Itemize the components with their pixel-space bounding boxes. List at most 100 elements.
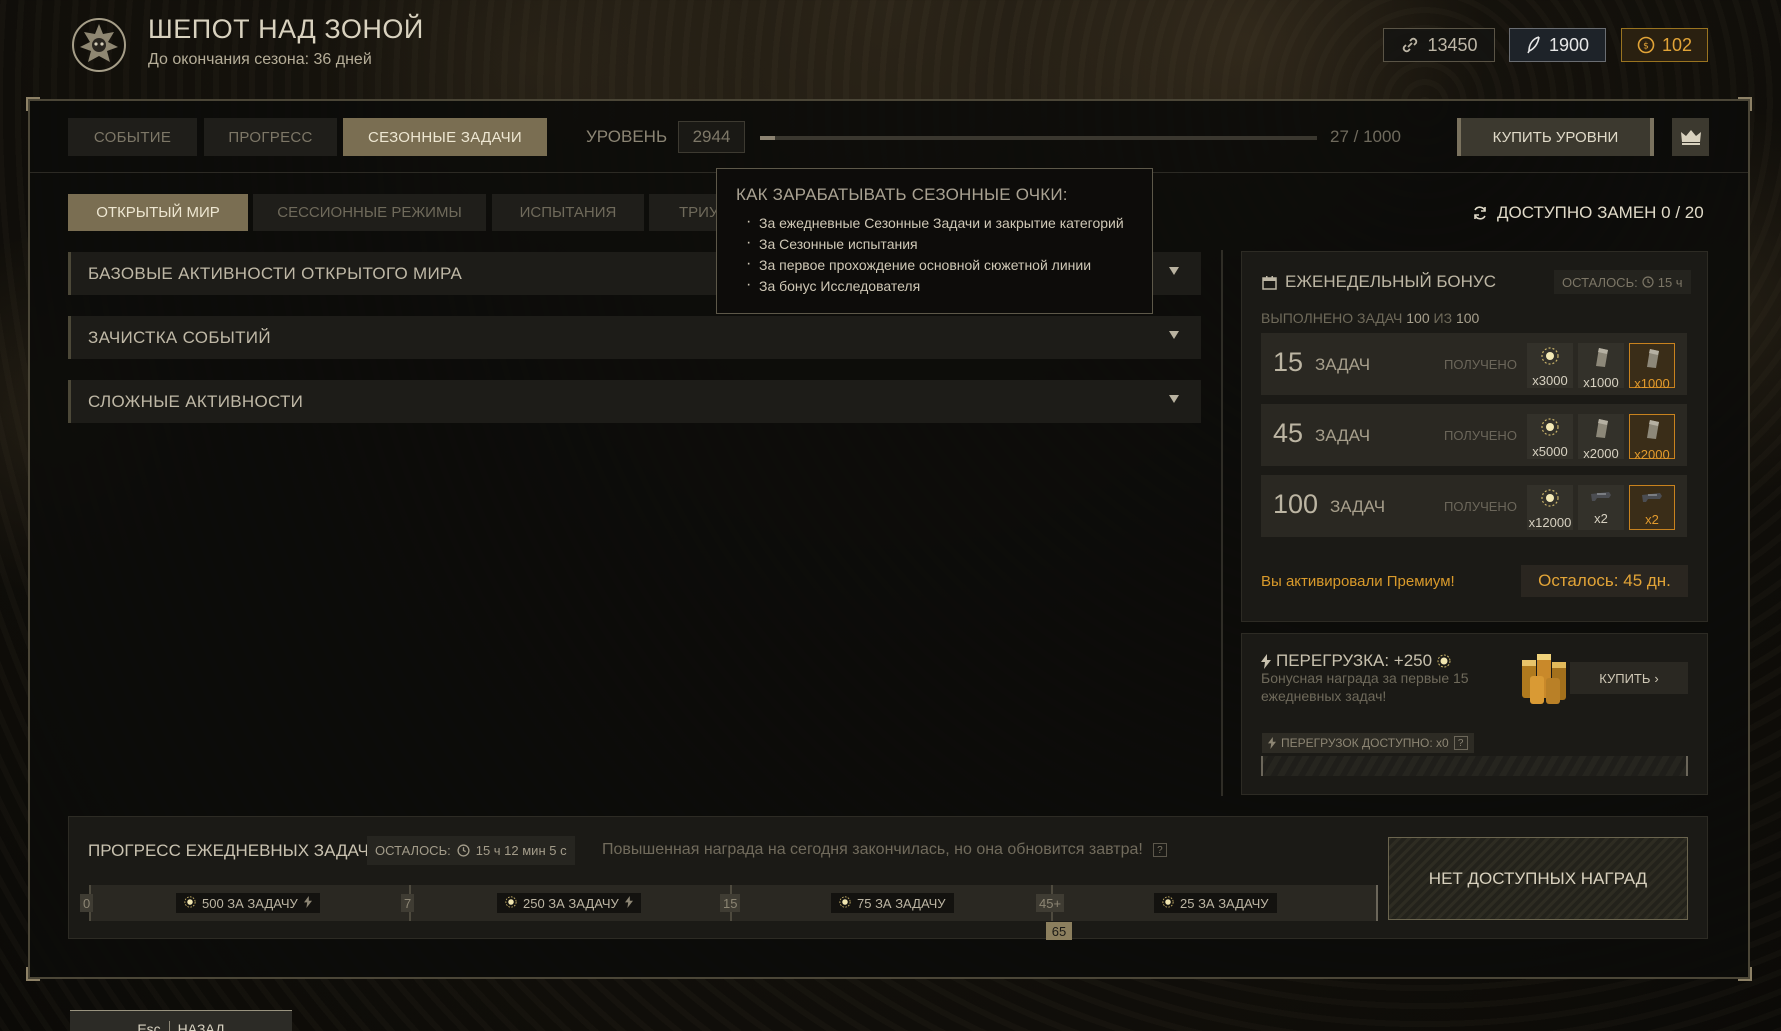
currency-gold-value: 102 xyxy=(1661,34,1693,55)
sun-icon xyxy=(1540,417,1560,442)
sun-icon xyxy=(1540,346,1560,371)
overload-available: ПЕРЕГРУЗОК ДОСТУПНО: x0 ? xyxy=(1262,733,1474,753)
level-progress-fill xyxy=(760,136,776,140)
reward-slot[interactable]: x2 xyxy=(1629,485,1675,530)
tier-word: ЗАДАЧ xyxy=(1315,426,1371,445)
currency-links: 13450 xyxy=(1383,28,1495,62)
overload-available-text: ПЕРЕГРУЗОК ДОСТУПНО: x0 xyxy=(1281,736,1449,750)
crown-icon xyxy=(1680,130,1701,145)
weekly-tasks-done: ВЫПОЛНЕНО ЗАДАЧ 100 ИЗ 100 xyxy=(1261,310,1479,326)
plate-icon xyxy=(1591,417,1611,444)
reward-slot[interactable]: x12000 xyxy=(1527,485,1573,530)
back-button[interactable]: Esc НАЗАД xyxy=(70,1010,292,1031)
refresh-icon xyxy=(1474,206,1486,220)
daily-time-left: ОСТАЛОСЬ: 15 ч 12 мин 5 с xyxy=(367,836,575,865)
premium-crown-button[interactable] xyxy=(1672,118,1709,156)
weekly-tier: 15 ЗАДАЧ ПОЛУЧЕНО x3000 x1000 x1000 xyxy=(1261,333,1687,395)
reward-slot[interactable]: x2 xyxy=(1578,485,1624,530)
reward-slot[interactable]: x1000 xyxy=(1578,343,1624,390)
gold-coin-icon: $ xyxy=(1637,36,1655,54)
overload-description: Бонусная награда за первые 15 ежедневных… xyxy=(1261,670,1469,704)
tier-status: ПОЛУЧЕНО xyxy=(1444,428,1517,443)
back-separator xyxy=(168,1021,170,1031)
daily-reward-segment: 25 ЗА ЗАДАЧУ xyxy=(1154,893,1277,913)
replacements-counter[interactable]: ДОСТУПНО ЗАМЕН 0 / 20 xyxy=(1472,203,1704,223)
segment-label: 75 ЗА ЗАДАЧУ xyxy=(857,895,946,911)
reward-quantity: x2 xyxy=(1594,511,1608,526)
reward-quantity: x1000 xyxy=(1634,376,1670,391)
sun-icon xyxy=(1162,895,1174,911)
tab-season-tasks[interactable]: СЕЗОННЫЕ ЗАДАЧИ xyxy=(343,118,547,156)
subtab-session-modes[interactable]: СЕССИОННЫЕ РЕЖИМЫ xyxy=(253,194,486,231)
segment-label: 250 ЗА ЗАДАЧУ xyxy=(523,895,619,911)
overload-buy-button[interactable]: КУПИТЬ › xyxy=(1570,662,1688,694)
chevron-down-icon xyxy=(1169,395,1179,403)
subtab-open-world[interactable]: ОТКРЫТЫЙ МИР xyxy=(68,194,248,231)
daily-threshold-mark: 45+ xyxy=(1036,894,1065,912)
tier-count: 15 xyxy=(1273,347,1304,377)
back-label: НАЗАД xyxy=(177,1021,225,1031)
reward-slot[interactable]: x3000 xyxy=(1527,343,1573,388)
accordion-label: ЗАЧИСТКА СОБЫТИЙ xyxy=(88,327,271,347)
link-icon xyxy=(1403,37,1418,53)
subtab-trials[interactable]: ИСПЫТАНИЯ xyxy=(492,194,644,231)
column-divider xyxy=(1221,250,1223,796)
daily-current-marker: 65 xyxy=(1046,922,1072,940)
weekly-done-total: 100 xyxy=(1455,310,1480,326)
daily-threshold-mark: 15 xyxy=(720,894,741,912)
daily-note-text: Повышенная награда на сегодня закончилас… xyxy=(602,841,1143,858)
daily-note: Повышенная награда на сегодня закончилас… xyxy=(602,841,1167,859)
help-icon[interactable]: ? xyxy=(1152,843,1167,857)
currency-links-value: 13450 xyxy=(1427,34,1478,55)
level-progress-bar xyxy=(760,136,1317,140)
weekly-bonus-title-text: ЕЖЕНЕДЕЛЬНЫЙ БОНУС xyxy=(1285,272,1496,291)
weekly-done-value: 100 xyxy=(1406,310,1430,326)
reward-slot[interactable]: x5000 xyxy=(1527,414,1573,459)
plate-icon xyxy=(1642,418,1662,445)
level-value: 2944 xyxy=(678,121,745,153)
sun-icon xyxy=(505,895,517,911)
lightning-icon xyxy=(1261,653,1271,669)
season-logo-icon xyxy=(72,18,126,72)
reward-slot[interactable]: x1000 xyxy=(1629,343,1675,391)
energy-cells-icon xyxy=(1522,654,1566,704)
weekly-time-left-value: 15 ч xyxy=(1657,274,1683,290)
clock-icon xyxy=(457,844,470,857)
accordion-label: СЛОЖНЫЕ АКТИВНОСТИ xyxy=(88,391,304,411)
page-title: ШЕПОТ НАД ЗОНОЙ xyxy=(148,14,424,44)
clock-icon xyxy=(1642,276,1654,288)
weapon-icon xyxy=(1640,489,1664,510)
segment-label: 500 ЗА ЗАДАЧУ xyxy=(202,895,298,911)
daily-reward-segment: 500 ЗА ЗАДАЧУ xyxy=(176,893,320,913)
reward-slot[interactable]: x2000 xyxy=(1578,414,1624,461)
tab-progress[interactable]: ПРОГРЕСС xyxy=(204,118,337,156)
currency-gold: $ 102 xyxy=(1621,28,1708,62)
lightning-icon xyxy=(624,895,633,911)
reward-quantity: x3000 xyxy=(1532,373,1568,388)
no-rewards-button[interactable]: НЕТ ДОСТУПНЫХ НАГРАД xyxy=(1388,837,1688,920)
svg-text:$: $ xyxy=(1643,42,1649,52)
help-icon[interactable]: ? xyxy=(1453,736,1468,750)
tooltip-item: За ежедневные Сезонные Задачи и закрытие… xyxy=(736,213,1152,231)
plate-icon xyxy=(1591,346,1611,373)
tier-count: 100 xyxy=(1273,489,1319,519)
tier-status: ПОЛУЧЕНО xyxy=(1444,357,1517,372)
chevron-right-icon: › xyxy=(1654,670,1659,686)
weekly-done-prefix: ВЫПОЛНЕНО ЗАДАЧ xyxy=(1261,310,1403,326)
weekly-tier: 100 ЗАДАЧ ПОЛУЧЕНО x12000 x2 x2 xyxy=(1261,475,1687,537)
reward-quantity: x1000 xyxy=(1583,375,1619,390)
tier-status: ПОЛУЧЕНО xyxy=(1444,499,1517,514)
tab-event[interactable]: СОБЫТИЕ xyxy=(68,118,197,156)
accordion-event-clearing[interactable]: ЗАЧИСТКА СОБЫТИЙ xyxy=(68,316,1201,359)
reward-quantity: x5000 xyxy=(1532,444,1568,459)
accordion-hard-activities[interactable]: СЛОЖНЫЕ АКТИВНОСТИ xyxy=(68,380,1201,423)
daily-time-left-label: ОСТАЛОСЬ: xyxy=(375,843,451,858)
daily-threshold-mark: 7 xyxy=(401,894,415,912)
currency-feathers: 1900 xyxy=(1509,28,1606,62)
weekly-time-left: ОСТАЛОСЬ: 15 ч xyxy=(1554,270,1691,294)
daily-time-left-value: 15 ч 12 мин 5 с xyxy=(475,843,567,858)
sun-icon xyxy=(184,895,196,911)
reward-slot[interactable]: x2000 xyxy=(1629,414,1675,462)
buy-levels-button[interactable]: КУПИТЬ УРОВНИ xyxy=(1457,118,1654,156)
chevron-down-icon xyxy=(1169,331,1179,339)
